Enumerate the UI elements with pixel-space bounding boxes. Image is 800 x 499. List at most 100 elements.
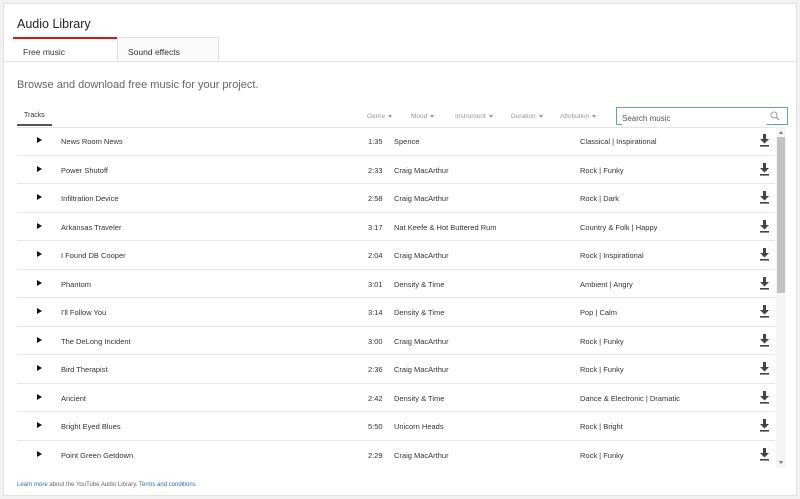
track-row[interactable]: Bright Eyed Blues 5:50 Unicorn Heads Rock |… <box>17 412 775 441</box>
download-icon[interactable] <box>759 219 770 233</box>
track-genre: Rock | Funky <box>580 336 624 346</box>
track-duration: 3:14 <box>368 308 383 317</box>
play-icon[interactable] <box>37 165 42 172</box>
filter-instrument[interactable]: Instrument <box>455 113 493 120</box>
scroll-down-arrow[interactable] <box>779 461 783 464</box>
learn-more-link[interactable]: Learn more <box>17 482 48 488</box>
play-icon[interactable] <box>37 137 42 143</box>
filter-genre[interactable]: Genre <box>367 113 393 120</box>
track-duration: 3:01 <box>368 279 383 289</box>
play-icon[interactable] <box>37 365 42 371</box>
track-row[interactable]: Bird Therapist 2:36 Craig MacArthur Rock | … <box>17 355 775 384</box>
filter-instrument-label: Instrument <box>455 113 486 120</box>
download-icon[interactable] <box>759 362 770 375</box>
download-icon[interactable] <box>759 162 770 176</box>
track-genre: Ambient | Angry <box>580 279 633 289</box>
track-title: Arkansas Traveler <box>61 222 122 232</box>
download-icon[interactable] <box>759 134 770 147</box>
scroll-up-arrow[interactable] <box>779 131 783 134</box>
download-icon[interactable] <box>759 419 770 432</box>
filter-bar: Tracks Genre Mood Instrument Duration At… <box>17 107 788 126</box>
play-icon[interactable] <box>37 422 42 428</box>
track-title: I'll Follow You <box>61 308 107 317</box>
track-row[interactable]: Infiltration Device 2:58 Craig MacArthur Ro… <box>17 184 775 213</box>
track-duration: 3:17 <box>368 222 383 232</box>
track-row[interactable]: News Room News 1:35 Spence Classical | Insp… <box>17 127 775 156</box>
track-genre: Rock | Funky <box>580 450 624 460</box>
download-icon[interactable] <box>759 390 770 404</box>
search-box <box>616 107 788 126</box>
track-artist: Craig MacArthur <box>394 336 449 346</box>
search-icon[interactable] <box>770 111 780 121</box>
page-subtitle: Browse and download free music for your … <box>17 79 259 91</box>
scrollbar-thumb[interactable] <box>777 137 785 293</box>
tab-divider <box>4 61 796 62</box>
caret-down-icon <box>388 114 393 118</box>
play-icon[interactable] <box>37 336 42 343</box>
download-icon[interactable] <box>759 248 770 261</box>
caret-down-icon <box>430 114 435 118</box>
track-artist: Density & Time <box>394 279 445 289</box>
tab-sound-effects[interactable]: Sound effects <box>117 37 219 61</box>
track-title: Infiltration Device <box>61 194 119 203</box>
footer-text: about the YouTube Audio Library. <box>49 482 138 488</box>
play-icon[interactable] <box>37 393 42 400</box>
tracks-tab[interactable]: Tracks <box>17 108 52 126</box>
play-icon[interactable] <box>37 450 42 457</box>
track-artist: Craig MacArthur <box>394 194 449 203</box>
track-row[interactable]: Ancient 2:42 Density & Time Dance & Electro… <box>17 384 775 412</box>
track-genre: Classical | Inspirational <box>580 137 657 146</box>
track-title: Phantom <box>61 279 92 289</box>
terms-link[interactable]: Terms and conditions <box>139 482 196 488</box>
tab-bar: Free music Sound effects <box>13 37 219 61</box>
track-title: Point Green Getdown <box>61 450 134 460</box>
track-row[interactable]: Power Shutoff 2:33 Craig MacArthur Rock | F… <box>17 156 775 184</box>
track-row[interactable]: Point Green Getdown 2:29 Craig MacArthur Ro… <box>17 441 775 469</box>
filter-mood[interactable]: Mood <box>411 113 435 120</box>
track-title: Bright Eyed Blues <box>61 422 121 431</box>
track-artist: Spence <box>394 137 420 146</box>
track-duration: 2:29 <box>368 450 383 460</box>
track-duration: 2:04 <box>368 251 383 260</box>
download-icon[interactable] <box>759 447 770 461</box>
track-duration: 1:35 <box>368 137 383 146</box>
track-genre: Country & Folk | Happy <box>580 222 658 232</box>
play-icon[interactable] <box>37 251 42 257</box>
track-duration: 5:50 <box>368 422 383 431</box>
track-title: Bird Therapist <box>61 365 108 374</box>
track-row[interactable]: Arkansas Traveler 3:17 Nat Keefe & Hot But… <box>17 213 775 241</box>
filter-attribution-label: Attribution <box>560 113 590 120</box>
download-icon[interactable] <box>759 276 770 290</box>
track-artist: Density & Time <box>394 308 445 317</box>
play-icon[interactable] <box>37 194 42 200</box>
scrollbar[interactable] <box>776 127 786 468</box>
track-title: The DeLong Incident <box>61 336 131 346</box>
caret-down-icon <box>538 114 543 118</box>
play-icon[interactable] <box>37 222 42 229</box>
track-row[interactable]: I'll Follow You 3:14 Density & Time Pop | C… <box>17 298 775 327</box>
filter-duration-label: Duration <box>511 113 536 120</box>
track-row[interactable]: Phantom 3:01 Density & Time Ambient | Angry <box>17 270 775 298</box>
track-title: Ancient <box>61 393 87 403</box>
search-input[interactable] <box>622 111 767 126</box>
track-duration: 3:00 <box>368 336 383 346</box>
track-row[interactable]: I Found DB Cooper 2:04 Craig MacArthur Rock… <box>17 241 775 270</box>
track-row[interactable]: The DeLong Incident 3:00 Craig MacArthur Ro… <box>17 327 775 355</box>
download-icon[interactable] <box>759 333 770 347</box>
download-icon[interactable] <box>759 305 770 318</box>
track-genre: Rock | Bright <box>580 422 623 431</box>
play-icon[interactable] <box>37 279 42 286</box>
track-duration: 2:33 <box>368 165 383 175</box>
track-title: News Room News <box>61 137 123 146</box>
play-icon[interactable] <box>37 308 42 314</box>
track-artist: Craig MacArthur <box>394 450 449 460</box>
download-icon[interactable] <box>759 191 770 204</box>
filter-attribution[interactable]: Attribution <box>560 113 597 120</box>
track-duration: 2:36 <box>368 365 383 374</box>
track-artist: Craig MacArthur <box>394 365 449 374</box>
filter-duration[interactable]: Duration <box>511 113 543 120</box>
track-artist: Nat Keefe & Hot Buttered Rum <box>394 222 497 232</box>
track-duration: 2:42 <box>368 393 383 403</box>
tab-free-music[interactable]: Free music <box>13 37 117 61</box>
track-artist: Craig MacArthur <box>394 165 449 175</box>
